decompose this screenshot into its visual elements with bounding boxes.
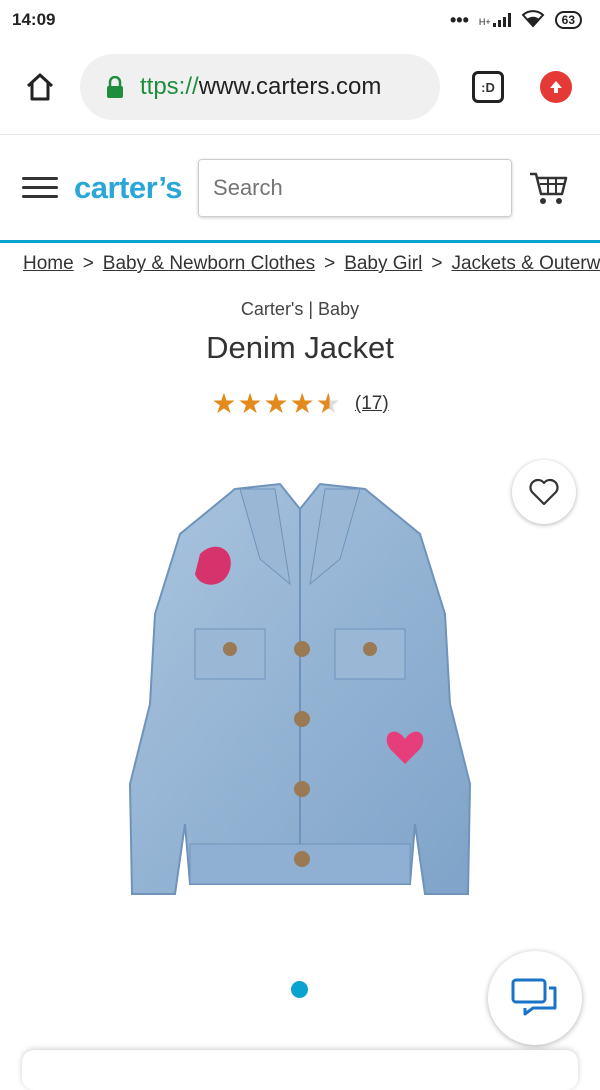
battery-icon: 63 bbox=[554, 11, 582, 29]
bottom-card bbox=[22, 1050, 578, 1090]
breadcrumb: Home > Baby & Newborn Clothes > Baby Gir… bbox=[0, 243, 600, 285]
update-icon[interactable] bbox=[540, 71, 572, 103]
breadcrumb-baby-girl[interactable]: Baby Girl bbox=[344, 253, 422, 275]
browser-toolbar: ttps://www.carters.com :D bbox=[0, 40, 600, 135]
product-brand: Carter's | Baby bbox=[240, 299, 360, 319]
star-icon: ★ bbox=[289, 388, 315, 419]
product-gallery bbox=[0, 444, 600, 1045]
rating-stars: ★ ★ ★ ★ ★ bbox=[211, 390, 341, 418]
url-scheme: ttps:// bbox=[140, 73, 199, 100]
address-bar[interactable]: ttps://www.carters.com bbox=[80, 54, 440, 120]
search-box bbox=[198, 158, 513, 217]
cart-icon[interactable] bbox=[528, 168, 568, 208]
star-icon: ★ bbox=[263, 388, 289, 419]
url-host: www.carters.com bbox=[198, 73, 382, 100]
wifi-icon bbox=[521, 9, 545, 31]
breadcrumb-jackets[interactable]: Jackets & Outerwear bbox=[451, 253, 600, 275]
search-input[interactable] bbox=[199, 159, 512, 216]
status-time: 14:09 bbox=[12, 10, 56, 29]
heart-icon bbox=[529, 478, 559, 506]
chat-icon bbox=[511, 978, 557, 1016]
site-header: carter’s bbox=[0, 135, 600, 243]
star-icon: ★ bbox=[211, 388, 237, 419]
status-icons: ••• H+ 63 bbox=[450, 10, 582, 31]
chat-button[interactable] bbox=[488, 951, 582, 1045]
product-rating[interactable]: ★ ★ ★ ★ ★ (17) bbox=[0, 390, 600, 418]
tab-switcher-button[interactable]: :D bbox=[472, 71, 504, 103]
menu-icon[interactable] bbox=[22, 177, 58, 198]
product-title: Denim Jacket bbox=[206, 330, 394, 365]
review-count-link[interactable]: (17) bbox=[355, 393, 389, 415]
home-icon[interactable] bbox=[20, 67, 60, 107]
breadcrumb-home[interactable]: Home bbox=[23, 253, 74, 275]
half-star-icon: ★ bbox=[315, 388, 341, 419]
breadcrumb-baby-newborn[interactable]: Baby & Newborn Clothes bbox=[103, 253, 315, 275]
status-bar: 14:09 ••• H+ 63 bbox=[0, 0, 600, 40]
denim-jacket-image[interactable] bbox=[90, 444, 510, 964]
more-icon: ••• bbox=[449, 9, 469, 30]
signal-icon: H+ bbox=[479, 13, 511, 27]
favorite-button[interactable] bbox=[512, 460, 576, 524]
lock-icon bbox=[106, 75, 124, 98]
star-icon: ★ bbox=[237, 388, 263, 419]
carousel-dot[interactable] bbox=[291, 981, 308, 998]
carters-logo[interactable]: carter’s bbox=[74, 170, 183, 206]
